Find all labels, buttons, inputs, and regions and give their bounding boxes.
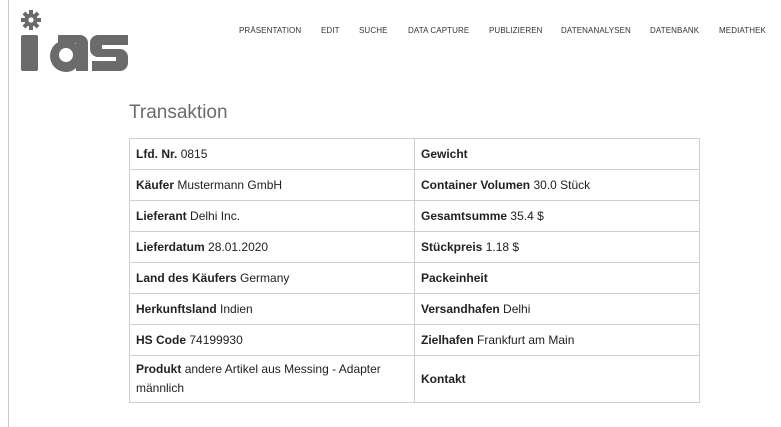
table-row: HS Code 74199930 Zielhafen Frankfurt am … xyxy=(129,324,700,356)
ias-logo[interactable] xyxy=(18,8,134,74)
field-value: 74199930 xyxy=(189,332,243,347)
field-label: Packeinheit xyxy=(421,270,488,285)
field-label: HS Code xyxy=(136,332,187,347)
field-value: Delhi Inc. xyxy=(190,208,241,223)
field-value: Indien xyxy=(220,301,253,316)
nav-publizieren[interactable]: PUBLIZIEREN xyxy=(489,26,543,35)
field-herkunftsland: Herkunftsland Indien xyxy=(129,293,415,325)
field-packeinheit: Packeinheit xyxy=(414,262,700,294)
field-value: Frankfurt am Main xyxy=(477,332,575,347)
field-value: Germany xyxy=(240,270,290,285)
field-land-des-kaeufers: Land des Käufers Germany xyxy=(129,262,415,294)
field-produkt: Produkt andere Artikel aus Messing - Ada… xyxy=(129,355,415,403)
table-row: Lieferant Delhi Inc. Gesamtsumme 35.4 $ xyxy=(129,200,700,232)
field-value: 1.18 $ xyxy=(485,239,520,254)
transaction-table: Lfd. Nr. 0815 Gewicht Käufer Mustermann … xyxy=(129,138,700,403)
field-value: Mustermann GmbH xyxy=(177,177,283,192)
field-label: Zielhafen xyxy=(421,332,474,347)
field-label: Produkt xyxy=(136,362,182,376)
field-label: Lieferdatum xyxy=(136,239,205,254)
field-label: Käufer xyxy=(136,177,175,192)
field-value: Delhi xyxy=(503,301,531,316)
table-row: Lieferdatum 28.01.2020 Stückpreis 1.18 $ xyxy=(129,231,700,263)
table-row: Produkt andere Artikel aus Messing - Ada… xyxy=(129,355,700,403)
table-row: Käufer Mustermann GmbH Container Volumen… xyxy=(129,169,700,201)
field-label: Land des Käufers xyxy=(136,270,237,285)
table-row: Land des Käufers Germany Packeinheit xyxy=(129,262,700,294)
nav-suche[interactable]: SUCHE xyxy=(359,26,388,35)
field-label: Gewicht xyxy=(421,146,468,161)
field-label: Container Volumen xyxy=(421,177,531,192)
field-label: Lieferant xyxy=(136,208,187,223)
field-label: Kontakt xyxy=(421,371,466,386)
field-zielhafen: Zielhafen Frankfurt am Main xyxy=(414,324,700,356)
field-kaeufer: Käufer Mustermann GmbH xyxy=(129,169,415,201)
field-hs-code: HS Code 74199930 xyxy=(129,324,415,356)
nav-datenanalysen[interactable]: DATENANALYSEN xyxy=(561,26,631,35)
nav-data-capture[interactable]: DATA CAPTURE xyxy=(408,26,469,35)
table-row: Lfd. Nr. 0815 Gewicht xyxy=(129,138,700,170)
field-lieferant: Lieferant Delhi Inc. xyxy=(129,200,415,232)
field-value: 35.4 $ xyxy=(510,208,544,223)
nav-mediathek[interactable]: MEDIATHEK xyxy=(719,26,766,35)
main-nav: PRÄSENTATION EDIT SUCHE DATA CAPTURE PUB… xyxy=(0,26,781,40)
field-value: 30.0 Stück xyxy=(533,177,591,192)
field-lfd-nr: Lfd. Nr. 0815 xyxy=(129,138,415,170)
nav-datenbank[interactable]: DATENBANK xyxy=(650,26,699,35)
table-row: Herkunftsland Indien Versandhafen Delhi xyxy=(129,293,700,325)
field-value: 28.01.2020 xyxy=(208,239,269,254)
field-versandhafen: Versandhafen Delhi xyxy=(414,293,700,325)
field-stueckpreis: Stückpreis 1.18 $ xyxy=(414,231,700,263)
nav-praesentation[interactable]: PRÄSENTATION xyxy=(239,26,301,35)
field-label: Stückpreis xyxy=(421,239,483,254)
field-gewicht: Gewicht xyxy=(414,138,700,170)
field-container-volumen: Container Volumen 30.0 Stück xyxy=(414,169,700,201)
field-label: Gesamtsumme xyxy=(421,208,508,223)
field-value: 0815 xyxy=(180,146,208,161)
page-title: Transaktion xyxy=(129,102,228,123)
field-label: Versandhafen xyxy=(421,301,500,316)
nav-edit[interactable]: EDIT xyxy=(321,26,340,35)
field-label: Lfd. Nr. xyxy=(136,146,178,161)
field-gesamtsumme: Gesamtsumme 35.4 $ xyxy=(414,200,700,232)
field-kontakt: Kontakt xyxy=(414,355,700,403)
field-label: Herkunftsland xyxy=(136,301,217,316)
field-lieferdatum: Lieferdatum 28.01.2020 xyxy=(129,231,415,263)
